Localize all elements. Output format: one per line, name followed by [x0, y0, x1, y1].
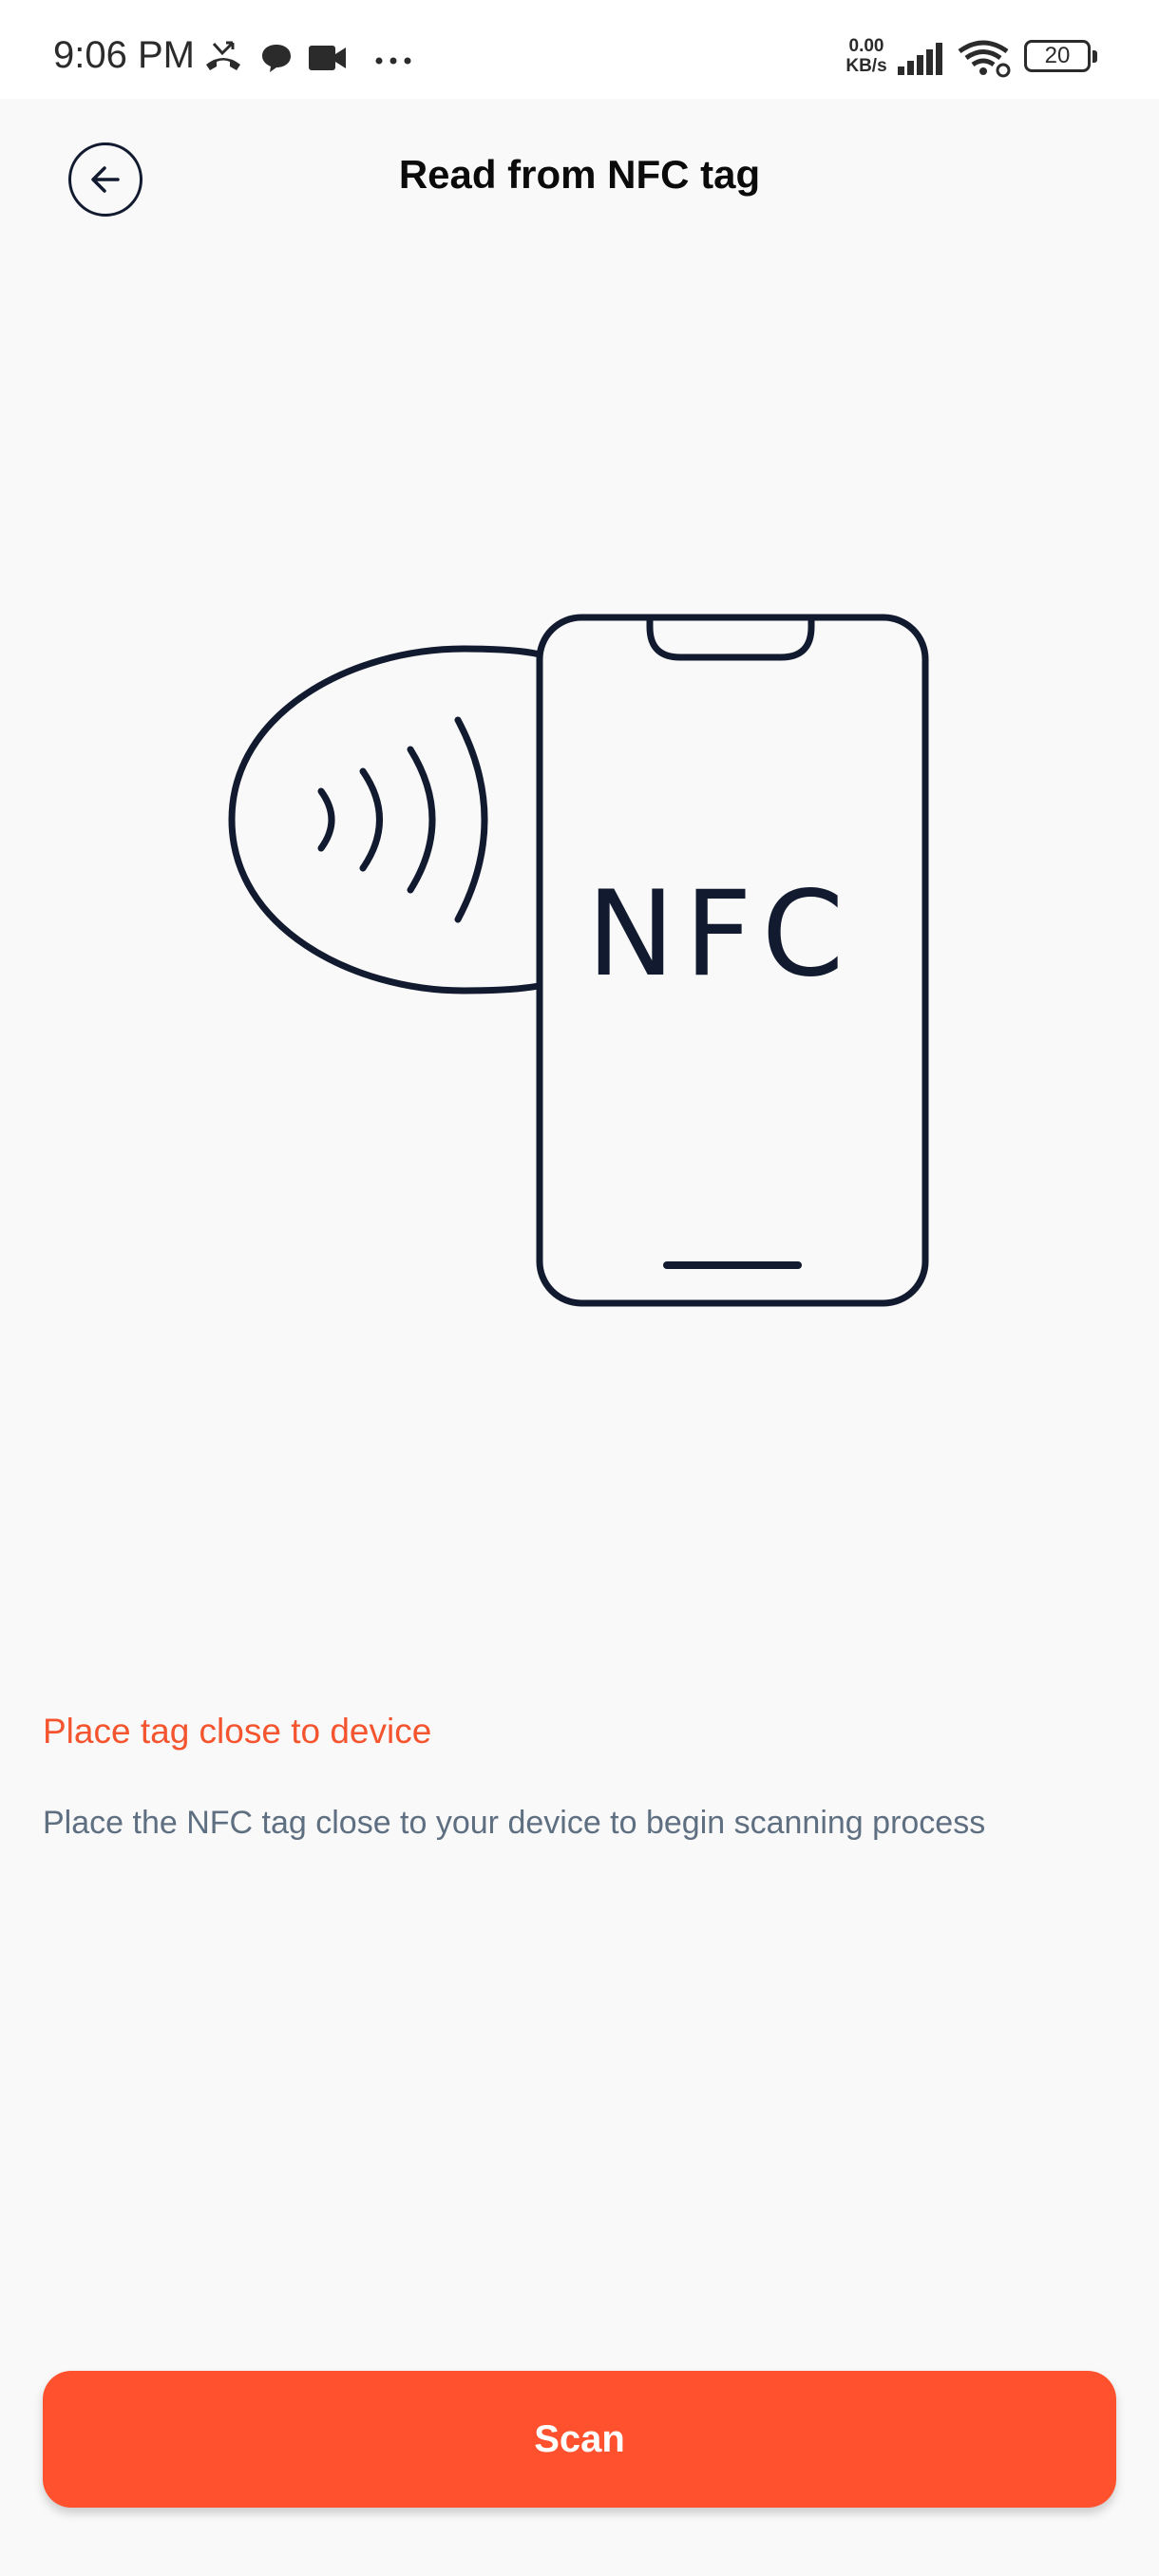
status-time: 9:06 PM — [53, 34, 195, 76]
battery-icon: 20 — [1024, 40, 1091, 72]
network-speed-unit: KB/s — [846, 56, 887, 76]
nfc-waves-icon — [317, 716, 488, 923]
phone-nfc-label: NFC — [587, 866, 854, 1003]
scan-button[interactable]: Scan — [43, 2371, 1116, 2508]
page-title: Read from NFC tag — [398, 152, 761, 197]
missed-call-icon — [203, 40, 243, 79]
network-speed: 0.00 KB/s — [838, 36, 895, 76]
instruction-title: Place tag close to device — [43, 1712, 432, 1751]
video-camera-icon — [308, 44, 348, 77]
nfc-tag-icon — [228, 645, 547, 994]
more-dots-icon — [374, 53, 412, 70]
chat-bubble-icon — [260, 42, 293, 79]
status-bar: 9:06 PM 0.00 KB/s 20 — [0, 0, 1159, 99]
wifi-icon — [958, 40, 1013, 83]
signal-bars-icon — [897, 42, 946, 81]
instruction-description: Place the NFC tag close to your device t… — [43, 1805, 986, 1841]
network-speed-value: 0.00 — [848, 36, 884, 56]
nfc-illustration: NFC — [228, 614, 929, 1307]
battery-tip — [1092, 50, 1097, 63]
